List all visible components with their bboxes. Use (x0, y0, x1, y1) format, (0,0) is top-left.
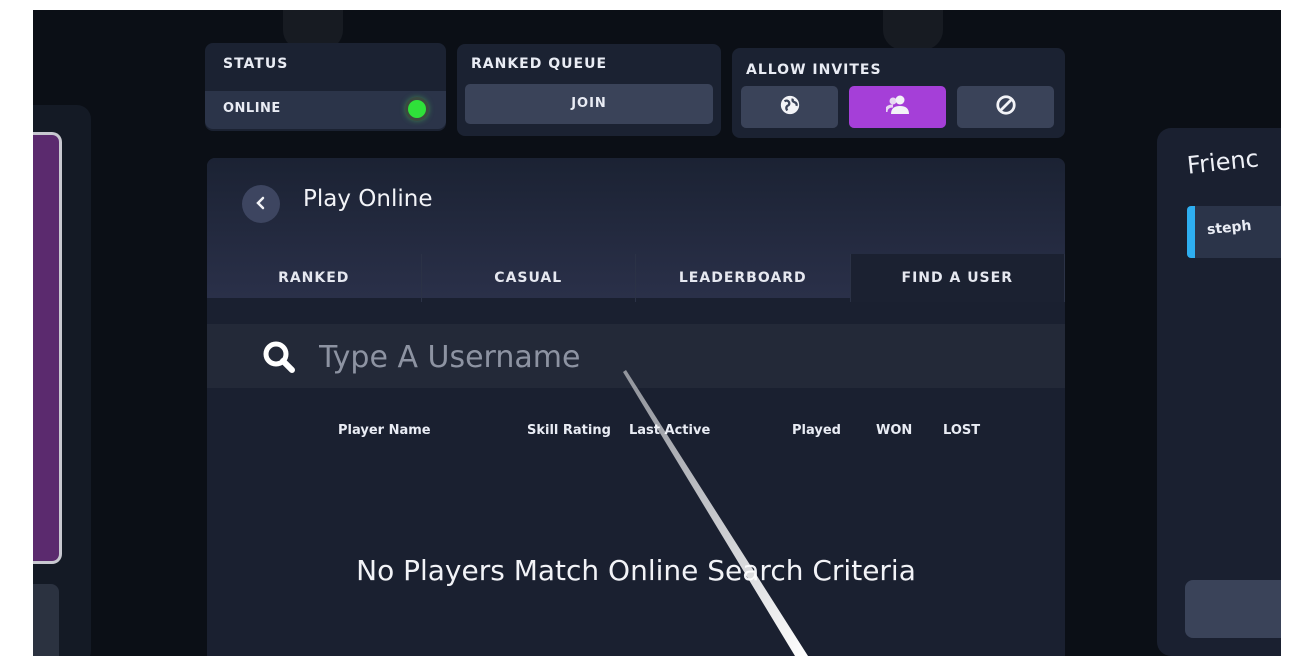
friends-panel: Frienc steph (1157, 128, 1281, 656)
empty-results-message: No Players Match Online Search Criteria (356, 554, 916, 587)
vr-scene: STATUS ONLINE RANKED QUEUE JOIN ALLOW IN… (33, 10, 1281, 656)
allow-invites-label: ALLOW INVITES (746, 62, 882, 78)
friend-name: steph (1206, 217, 1253, 239)
username-search-input[interactable] (317, 334, 1021, 380)
status-label: STATUS (223, 56, 289, 72)
search-bar (207, 324, 1065, 388)
block-icon (995, 94, 1017, 120)
invite-nobody-button[interactable] (957, 86, 1054, 128)
status-selector[interactable]: ONLINE (205, 91, 446, 129)
column-lost[interactable]: LOST (943, 423, 980, 438)
friend-status-stripe (1187, 206, 1195, 258)
column-player-name[interactable]: Player Name (338, 423, 431, 438)
online-indicator-icon (408, 100, 426, 118)
chevron-left-icon (254, 195, 268, 214)
status-card: STATUS ONLINE (205, 43, 446, 131)
column-skill-rating[interactable]: Skill Rating (527, 423, 611, 438)
column-won[interactable]: WON (876, 423, 912, 438)
invite-friends-button[interactable] (849, 86, 946, 128)
left-panel-button[interactable] (33, 584, 59, 656)
ranked-queue-label: RANKED QUEUE (471, 56, 608, 72)
join-button[interactable]: JOIN (465, 84, 713, 124)
play-online-panel: Play Online RANKED CASUAL LEADERBOARD FI… (207, 158, 1065, 656)
background-lamp (883, 10, 943, 50)
column-played[interactable]: Played (792, 423, 841, 438)
tab-leaderboard[interactable]: LEADERBOARD (636, 254, 851, 302)
tab-find-a-user[interactable]: FIND A USER (850, 254, 1065, 302)
friends-title: Frienc (1185, 144, 1261, 180)
back-button[interactable] (242, 185, 280, 223)
tab-ranked[interactable]: RANKED (207, 254, 422, 302)
status-value: ONLINE (223, 101, 281, 116)
friends-action-button[interactable] (1185, 580, 1281, 638)
search-icon (262, 340, 296, 378)
tab-bar: RANKED CASUAL LEADERBOARD FIND A USER (207, 254, 1065, 302)
column-last-active[interactable]: Last Active (629, 423, 710, 438)
allow-invites-card: ALLOW INVITES (732, 48, 1065, 138)
friend-list-item[interactable]: steph (1187, 206, 1281, 258)
left-panel-card[interactable] (33, 132, 62, 564)
globe-icon (779, 94, 801, 120)
ranked-queue-card: RANKED QUEUE JOIN (457, 44, 721, 136)
page-title: Play Online (303, 186, 433, 212)
tab-casual[interactable]: CASUAL (422, 254, 636, 302)
friends-icon (884, 94, 910, 120)
invite-everyone-button[interactable] (741, 86, 838, 128)
